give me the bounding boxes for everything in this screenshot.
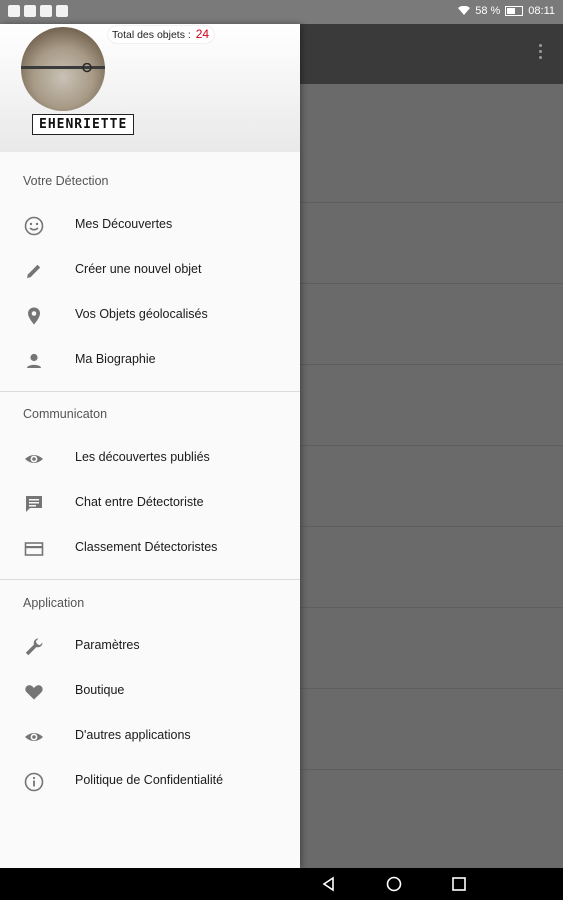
menu-item-label: Créer une nouvel objet (75, 262, 202, 276)
menu-item-label: D'autres applications (75, 728, 191, 742)
wifi-icon (458, 6, 471, 15)
navigation-drawer: Total des objets : 24 EHENRIETTE Votre D… (0, 24, 300, 868)
menu-item-label: Mes Découvertes (75, 217, 173, 231)
menu-item-decouvertes-publies[interactable]: Les découvertes publiés (0, 437, 300, 481)
location-pin-icon (28, 307, 40, 325)
section-title-detection: Votre Détection (23, 174, 109, 188)
menu-item-label: Ma Biographie (75, 352, 156, 366)
recents-icon[interactable] (451, 876, 467, 892)
menu-item-chat[interactable]: Chat entre Détectoriste (0, 482, 300, 526)
menu-item-mes-decouvertes[interactable]: Mes Découvertes (0, 204, 300, 248)
list-item (300, 84, 563, 203)
battery-icon (505, 6, 524, 16)
overflow-menu-icon[interactable] (539, 44, 543, 62)
eye-icon (25, 733, 43, 741)
username: EHENRIETTE (32, 114, 135, 135)
system-navigation-bar (0, 868, 563, 900)
list-item (300, 284, 563, 365)
person-icon (27, 353, 41, 368)
menu-item-label: Les découvertes publiés (75, 450, 210, 464)
menu-item-classement[interactable]: Classement Détectoristes (0, 527, 300, 571)
total-objects-badge: Total des objets : 24 (108, 26, 215, 43)
eye-icon (25, 455, 43, 463)
list-item (300, 527, 563, 608)
menu-item-label: Chat entre Détectoriste (75, 495, 204, 509)
status-bar: 58 % 08:11 (0, 0, 563, 24)
list-item (300, 203, 563, 284)
menu-item-biographie[interactable]: Ma Biographie (0, 339, 300, 383)
app-toolbar (300, 24, 563, 84)
menu-item-parametres[interactable]: Paramètres (0, 625, 300, 669)
background-list (300, 84, 563, 868)
notification-icon (56, 5, 68, 17)
menu-item-politique-confidentialite[interactable]: Politique de Confidentialité (0, 760, 300, 804)
heart-icon (25, 685, 43, 700)
list-item (300, 446, 563, 527)
back-icon[interactable] (321, 876, 337, 892)
menu-item-boutique[interactable]: Boutique (0, 670, 300, 714)
divider (0, 579, 300, 580)
sword-image (21, 63, 105, 73)
list-item (300, 608, 563, 689)
list-item (300, 365, 563, 446)
notification-icons (8, 5, 68, 17)
clock: 08:11 (528, 5, 555, 17)
chat-icon (26, 496, 42, 512)
info-icon (24, 772, 44, 792)
section-title-application: Application (23, 596, 85, 610)
notification-icon (8, 5, 20, 17)
menu-item-autres-applications[interactable]: D'autres applications (0, 715, 300, 759)
menu-item-label: Classement Détectoristes (75, 540, 218, 554)
menu-item-creer-objet[interactable]: Créer une nouvel objet (0, 249, 300, 293)
menu-item-label: Vos Objets géolocalisés (75, 307, 208, 321)
menu-item-label: Boutique (75, 683, 125, 697)
smiley-icon (24, 216, 44, 236)
card-icon (24, 542, 44, 556)
pencil-icon (27, 264, 41, 278)
notification-icon (40, 5, 52, 17)
total-objects-label: Total des objets : (112, 29, 191, 41)
wrench-icon (25, 638, 43, 656)
list-item (300, 689, 563, 770)
divider (0, 391, 300, 392)
home-icon[interactable] (386, 876, 402, 892)
menu-item-label: Paramètres (75, 638, 140, 652)
drawer-header: Total des objets : 24 EHENRIETTE (0, 24, 300, 152)
menu-item-objets-geolocalises[interactable]: Vos Objets géolocalisés (0, 294, 300, 338)
notification-icon (24, 5, 36, 17)
menu-item-label: Politique de Confidentialité (75, 773, 224, 787)
battery-percent: 58 % (475, 5, 501, 17)
avatar[interactable] (21, 27, 105, 111)
section-title-communication: Communicaton (23, 407, 108, 421)
total-objects-count: 24 (195, 27, 210, 41)
